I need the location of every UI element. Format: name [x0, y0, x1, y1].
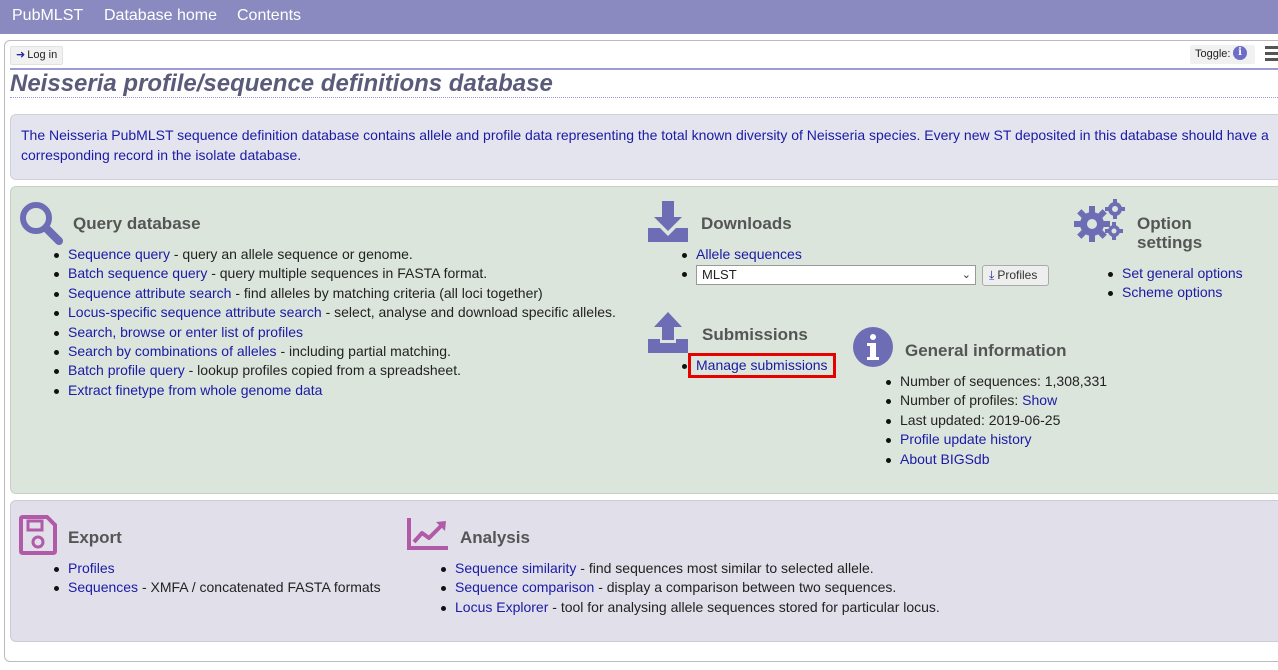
analysis-title: Analysis	[460, 528, 530, 547]
sequence-attribute-search-link[interactable]: Sequence attribute search	[68, 285, 231, 301]
option-settings-title: Option settings	[1137, 214, 1203, 252]
query-list: Sequence query - query an allele sequenc…	[54, 245, 616, 400]
nav-contents[interactable]: Contents	[237, 7, 301, 25]
toggle-label: Toggle:	[1195, 48, 1231, 60]
export-sequences-link[interactable]: Sequences	[68, 579, 138, 595]
login-button[interactable]: ➜ Log in	[10, 46, 64, 65]
list-item: Locus Explorer - tool for analysing alle…	[441, 598, 940, 617]
intro-box: The Neisseria PubMLST sequence definitio…	[10, 114, 1278, 180]
info-toggle-icon[interactable]: i	[1233, 46, 1247, 60]
export-list: Profiles Sequences - XMFA / concatenated…	[54, 559, 381, 598]
locus-explorer-link[interactable]: Locus Explorer	[455, 599, 548, 615]
extract-finetype-link[interactable]: Extract finetype from whole genome data	[68, 382, 322, 398]
scheme-select[interactable]: MLST ⌄	[696, 265, 976, 285]
info-icon	[853, 327, 893, 367]
list-item: Sequence query - query an allele sequenc…	[54, 245, 616, 264]
about-bigsdb-link[interactable]: About BIGSdb	[900, 451, 990, 467]
top-nav-bar: PubMLST Database home Contents	[0, 0, 1278, 34]
download-icon	[648, 201, 688, 242]
submissions-title: Submissions	[702, 325, 808, 344]
general-info-list: Number of sequences: 1,308,331 Number of…	[886, 372, 1107, 469]
list-item: Sequence attribute search - find alleles…	[54, 284, 616, 303]
show-profiles-link[interactable]: Show	[1022, 392, 1057, 408]
page-title: Neisseria profile/sequence definitions d…	[10, 70, 553, 97]
list-item: Sequences - XMFA / concatenated FASTA fo…	[54, 578, 381, 597]
highlight-box	[688, 353, 836, 378]
list-item: Sequence similarity - find sequences mos…	[441, 559, 940, 578]
sequence-similarity-link[interactable]: Sequence similarity	[455, 560, 576, 576]
options-list: Set general options Scheme options	[1108, 264, 1243, 303]
list-item: Allele sequences	[682, 245, 802, 264]
sequence-query-link[interactable]: Sequence query	[68, 246, 170, 262]
chart-icon	[407, 518, 448, 550]
nav-pubmlst[interactable]: PubMLST	[12, 7, 83, 25]
search-icon	[20, 202, 63, 245]
scheme-select-value: MLST	[702, 267, 737, 282]
list-item: Last updated: 2019-06-25	[886, 411, 1107, 430]
profile-update-history-link[interactable]: Profile update history	[900, 431, 1032, 447]
list-item: Extract finetype from whole genome data	[54, 381, 616, 400]
export-profiles-link[interactable]: Profiles	[68, 560, 115, 576]
list-item: About BIGSdb	[886, 450, 1107, 469]
list-item: Profiles	[54, 559, 381, 578]
upload-icon	[648, 312, 688, 353]
list-item: Scheme options	[1108, 283, 1243, 302]
downloads-title: Downloads	[701, 214, 792, 233]
search-profiles-link[interactable]: Search, browse or enter list of profiles	[68, 324, 303, 340]
search-combinations-link[interactable]: Search by combinations of alleles	[68, 343, 277, 359]
sign-in-icon: ➜	[16, 49, 26, 61]
list-item: Batch profile query - lookup profiles co…	[54, 361, 616, 380]
list-item: Set general options	[1108, 264, 1243, 283]
export-title: Export	[68, 528, 122, 547]
set-general-options-link[interactable]: Set general options	[1122, 265, 1243, 281]
intro-text: The Neisseria PubMLST sequence definitio…	[21, 127, 1269, 163]
isolate-database-link[interactable]: isolate database	[195, 147, 297, 163]
profiles-download-button[interactable]: ⤓ Profiles	[982, 265, 1049, 286]
batch-sequence-query-link[interactable]: Batch sequence query	[68, 265, 207, 281]
list-item: Profile update history	[886, 430, 1107, 449]
general-information-title: General information	[905, 341, 1067, 360]
login-label: Log in	[27, 49, 58, 61]
profiles-button-label: Profiles	[997, 268, 1038, 282]
sequence-comparison-link[interactable]: Sequence comparison	[455, 579, 594, 595]
list-item: Sequence comparison - display a comparis…	[441, 578, 940, 597]
list-item: Batch sequence query - query multiple se…	[54, 264, 616, 283]
save-icon	[19, 515, 57, 555]
batch-profile-query-link[interactable]: Batch profile query	[68, 362, 185, 378]
chevron-down-icon: ⌄	[961, 269, 971, 281]
list-item: Number of sequences: 1,308,331	[886, 372, 1107, 391]
nav-database-home[interactable]: Database home	[104, 7, 217, 25]
list-item: Search, browse or enter list of profiles	[54, 323, 616, 342]
query-database-title: Query database	[73, 214, 201, 233]
list-item: Number of profiles: Show	[886, 391, 1107, 410]
locus-specific-search-link[interactable]: Locus-specific sequence attribute search	[68, 304, 322, 320]
title-underline	[10, 97, 1278, 98]
list-item: Search by combinations of alleles - incl…	[54, 342, 616, 361]
gears-icon	[1074, 199, 1125, 242]
scheme-options-link[interactable]: Scheme options	[1122, 284, 1222, 300]
download-small-icon: ⤓	[989, 268, 995, 282]
analysis-list: Sequence similarity - find sequences mos…	[441, 559, 940, 617]
menu-icon[interactable]	[1265, 46, 1278, 64]
list-item: Locus-specific sequence attribute search…	[54, 303, 616, 322]
allele-sequences-link[interactable]: Allele sequences	[696, 246, 802, 262]
